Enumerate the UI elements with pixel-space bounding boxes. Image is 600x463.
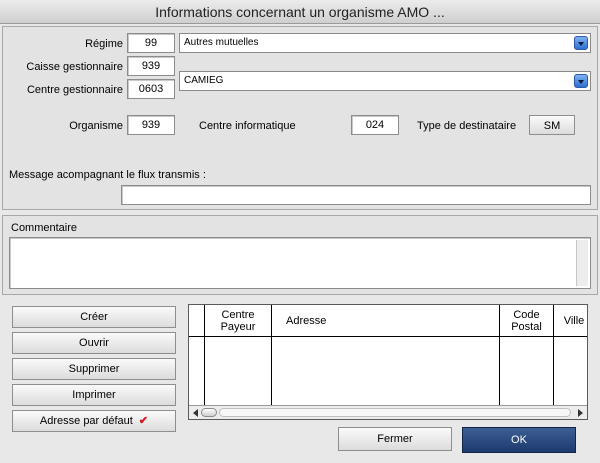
creer-button[interactable]: Créer	[12, 306, 176, 328]
adresse-par-defaut-label: Adresse par défaut	[39, 415, 133, 427]
caisse-label: Caisse gestionnaire	[26, 61, 123, 73]
centre-label: Centre gestionnaire	[26, 84, 123, 96]
column-divider	[205, 337, 272, 405]
message-label: Message acompagnant le flux transmis :	[9, 169, 206, 181]
column-divider	[189, 337, 205, 405]
caisse-select-value: CAMIEG	[184, 75, 224, 86]
ouvrir-button[interactable]: Ouvrir	[12, 332, 176, 354]
supprimer-button[interactable]: Supprimer	[12, 358, 176, 380]
message-field[interactable]	[121, 185, 591, 205]
scroll-left-icon[interactable]	[193, 409, 198, 417]
commentaire-label: Commentaire	[11, 222, 78, 234]
column-header-ville[interactable]: Ville	[554, 305, 587, 337]
adresse-par-defaut-button[interactable]: Adresse par défaut ✔	[12, 410, 176, 432]
chevron-down-icon	[574, 74, 588, 88]
scroll-right-icon[interactable]	[578, 409, 583, 417]
regime-label: Régime	[85, 38, 123, 50]
checkmark-icon: ✔	[138, 415, 149, 427]
caisse-select[interactable]: CAMIEG	[179, 71, 591, 91]
column-header-centre-payeur[interactable]: Centre Payeur	[205, 305, 272, 337]
table-horizontal-scrollbar[interactable]	[189, 405, 587, 419]
adresses-table[interactable]: Centre Payeur Adresse Code Postal Ville	[188, 304, 588, 420]
regime-code-field[interactable]: 99	[127, 33, 175, 53]
commentaire-scrollbar[interactable]	[576, 240, 588, 286]
column-divider	[272, 337, 500, 405]
organisme-label: Organisme	[69, 120, 123, 132]
centre-informatique-label: Centre informatique	[199, 120, 296, 132]
window-title: Informations concernant un organisme AMO…	[0, 0, 600, 24]
type-destinataire-button[interactable]: SM	[529, 115, 575, 135]
chevron-down-icon	[574, 36, 588, 50]
column-header-adresse[interactable]: Adresse	[272, 305, 500, 337]
centre-code-field[interactable]: 0603	[127, 79, 175, 99]
scroll-thumb[interactable]	[201, 408, 217, 417]
scroll-track[interactable]	[219, 408, 571, 417]
commentaire-textarea[interactable]	[9, 237, 591, 289]
ok-button[interactable]: OK	[462, 427, 576, 453]
centre-informatique-field[interactable]: 024	[351, 115, 399, 135]
organisme-panel: Régime 99 Autres mutuelles Caisse gestio…	[2, 26, 598, 210]
column-header-code-postal[interactable]: Code Postal	[500, 305, 554, 337]
column-divider	[500, 337, 554, 405]
fermer-button[interactable]: Fermer	[338, 427, 452, 451]
commentaire-panel: Commentaire	[2, 215, 598, 295]
regime-select[interactable]: Autres mutuelles	[179, 33, 591, 53]
caisse-code-field[interactable]: 939	[127, 56, 175, 76]
regime-select-value: Autres mutuelles	[184, 37, 259, 48]
organisme-field[interactable]: 939	[127, 115, 175, 135]
type-destinataire-label: Type de destinataire	[417, 120, 517, 132]
column-header-spacer	[189, 305, 205, 337]
imprimer-button[interactable]: Imprimer	[12, 384, 176, 406]
